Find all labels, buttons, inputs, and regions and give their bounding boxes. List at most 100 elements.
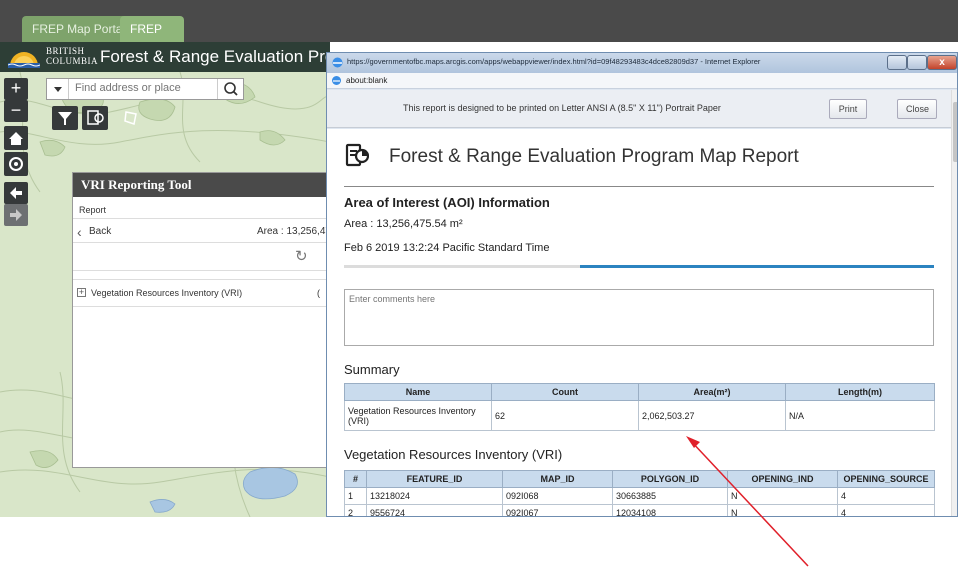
vri-col-map-id: MAP_ID [502,470,613,488]
vri-cell: 30663885 [612,487,728,505]
filter-icon [58,112,72,125]
expand-plus-icon[interactable]: + [77,288,86,297]
report-title: Forest & Range Evaluation Program Map Re… [389,146,799,167]
vri-cell: 13218024 [366,487,503,505]
vri-cell: N [727,504,838,516]
summary-cell-name: Vegetation Resources Inventory (VRI) [344,400,492,431]
draw-tool-button[interactable] [118,106,144,130]
vri-cell: 12034108 [612,504,728,516]
report-tool-button[interactable] [82,106,108,130]
vri-layer-item[interactable]: + Vegetation Resources Inventory (VRI) ( [73,279,329,307]
report-popup-window: https://governmentofbc.maps.arcgis.com/a… [326,52,958,517]
table-row: Vegetation Resources Inventory (VRI) 62 … [344,400,935,431]
locate-icon [9,157,23,171]
zoom-out-button[interactable]: − [4,100,28,122]
zoom-in-button[interactable]: + [4,78,28,100]
summary-heading: Summary [344,362,400,377]
page-icon [332,76,341,85]
tab-frep-map[interactable]: FREP Map [120,16,184,62]
search-button[interactable] [217,79,243,99]
minimize-button[interactable] [887,55,907,70]
vri-report-label: Report [73,197,329,219]
search-input[interactable] [75,82,215,94]
scrollbar-thumb[interactable] [953,102,957,162]
ie-titlebar[interactable]: https://governmentofbc.maps.arcgis.com/a… [327,53,957,73]
filter-button[interactable] [52,106,78,130]
vri-area-readout: Area : 13,256,47 [257,226,330,237]
home-button[interactable] [4,126,28,150]
print-format-message: This report is designed to be printed on… [403,103,721,113]
polygon-draw-icon [124,111,137,125]
window-close-button[interactable]: x [927,55,957,70]
bc-logo-text: BRITISH COLUMBIA [46,46,98,66]
app-title: Forest & Range Evaluation Progr [100,47,350,66]
logo-line-2: COLUMBIA [46,56,99,66]
bc-logo-icon [8,52,40,68]
close-report-button[interactable]: Close [897,99,937,119]
previous-extent-button[interactable] [4,182,28,204]
home-icon [9,132,23,145]
ie-address-text: about:blank [346,76,388,85]
report-progress-bar [344,265,934,268]
chevron-left-icon[interactable]: ‹ [77,224,82,240]
vri-col-polygon-id: POLYGON_ID [612,470,728,488]
summary-col-count: Count [491,383,639,401]
arrow-right-icon [10,209,22,221]
maximize-button[interactable] [907,55,927,70]
vri-cell: 9556724 [366,504,503,516]
ie-address-bar[interactable]: about:blank [327,73,957,89]
summary-col-area: Area(m²) [638,383,786,401]
vri-col-index: # [344,470,367,488]
search-source-dropdown[interactable] [47,79,69,99]
aoi-area: Area : 13,256,475.54 m² [344,218,463,230]
vri-cell: N [727,487,838,505]
summary-cell-length: N/A [785,400,935,431]
vri-section-heading: Vegetation Resources Inventory (VRI) [344,447,563,462]
print-toolbar: This report is designed to be printed on… [327,90,951,128]
search-icon [224,82,238,96]
my-location-button[interactable] [4,152,28,176]
caret-down-icon [54,87,62,92]
comments-textarea[interactable] [344,289,934,346]
tab-frep-map-portal[interactable]: FREP Map Portal [22,16,136,42]
report-tool-icon [87,110,104,125]
summary-cell-count: 62 [491,400,639,431]
table-row: 2 9556724 092I067 12034108 N 4 [344,504,935,516]
report-page: Forest & Range Evaluation Program Map Re… [327,129,951,516]
vri-layer-label: Vegetation Resources Inventory (VRI) [91,288,243,298]
vri-cell: 1 [344,487,367,505]
search-widget [46,78,244,100]
vri-refresh-row: ↻ [73,243,329,271]
next-extent-button[interactable] [4,204,28,226]
vri-cell: 092I067 [502,504,613,516]
title-divider [344,186,934,187]
refresh-icon[interactable]: ↻ [295,247,308,265]
vri-table: # FEATURE_ID MAP_ID POLYGON_ID OPENING_I… [344,470,935,516]
vri-header-row: # FEATURE_ID MAP_ID POLYGON_ID OPENING_I… [344,470,935,488]
print-button[interactable]: Print [829,99,867,119]
ie-logo-icon [332,57,343,68]
vri-back-button[interactable]: Back [89,226,111,237]
aoi-heading: Area of Interest (AOI) Information [344,195,550,210]
report-progress-fill [580,265,934,268]
vri-cell: 092I068 [502,487,613,505]
table-row: 1 13218024 092I068 30663885 N 4 [344,487,935,505]
vri-panel-title: VRI Reporting Tool [73,173,329,197]
app-header: BRITISH COLUMBIA Forest & Range Evaluati… [0,42,349,72]
summary-header-row: Name Count Area(m²) Length(m) [344,383,935,401]
summary-cell-area: 2,062,503.27 [638,400,786,431]
screen: FREP Map Portal FREP Map BRITISH COLUMBI… [0,0,958,567]
vri-col-opening-ind: OPENING_IND [727,470,838,488]
report-datetime: Feb 6 2019 13:2:24 Pacific Standard Time [344,242,550,254]
logo-line-1: BRITISH [46,46,85,56]
report-scrollbar[interactable] [951,90,957,516]
arrow-left-icon [10,187,22,199]
summary-col-name: Name [344,383,492,401]
vri-reporting-panel: VRI Reporting Tool Report ‹ Back Area : … [72,172,330,468]
vri-cell: 2 [344,504,367,516]
vri-col-feature-id: FEATURE_ID [366,470,503,488]
vri-layer-count: ( [317,288,320,298]
map-canvas[interactable]: + − Find address or place VRI Reporting … [0,72,330,517]
summary-col-length: Length(m) [785,383,935,401]
vri-col-opening-source: OPENING_SOURCE [837,470,935,488]
